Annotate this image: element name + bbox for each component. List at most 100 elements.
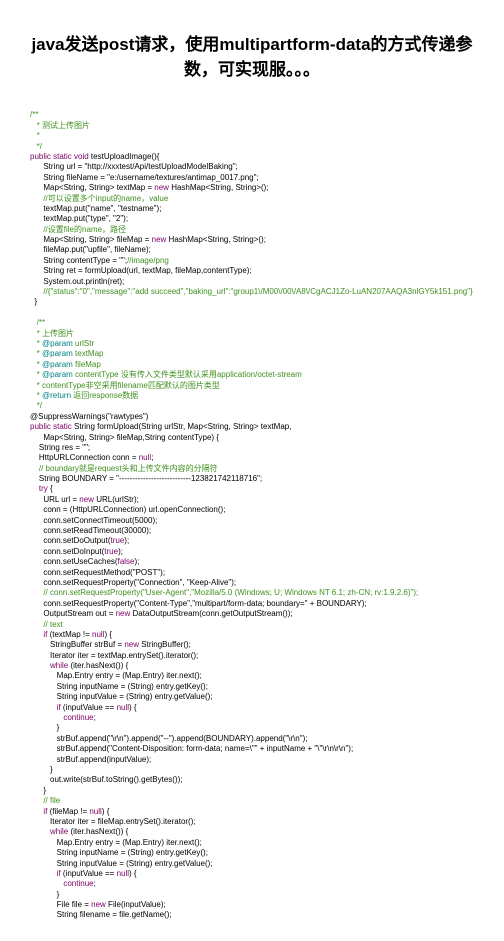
comment: /** — [30, 110, 38, 119]
keyword: null — [117, 703, 129, 712]
code: HashMap<String, String>(); — [166, 235, 266, 244]
code: ); — [118, 547, 123, 556]
code: Map<String, String> fileMap,String conte… — [30, 433, 219, 442]
code — [30, 869, 57, 878]
comment: textMap — [73, 349, 104, 358]
code: conn = (HttpURLConnection) url.openConne… — [30, 505, 225, 514]
code — [30, 827, 50, 836]
code: ) { — [129, 703, 137, 712]
comment: //可以设置多个input的name，value — [30, 194, 168, 203]
code: textMap.put("type", "2"); — [30, 214, 128, 223]
code: strBuf.append(inputValue); — [30, 755, 151, 764]
comment: * — [30, 349, 42, 358]
comment: contentType 没有传入文件类型默认采用application/octe… — [73, 370, 302, 379]
code: (inputValue == — [61, 869, 117, 878]
code — [30, 713, 63, 722]
keyword: null — [139, 453, 151, 462]
code: (iter.hasNext()) { — [68, 661, 128, 670]
keyword: new — [154, 183, 169, 192]
code: Iterator iter = fileMap.entrySet().itera… — [30, 817, 196, 826]
code: conn.setConnectTimeout(5000); — [30, 516, 157, 525]
keyword: new — [116, 609, 131, 618]
comment: */ — [30, 142, 42, 151]
keyword: null — [89, 807, 101, 816]
code — [30, 807, 43, 816]
comment: * contentType非空采用filename匹配默认的图片类型 — [30, 381, 220, 390]
doctag: @return — [42, 391, 71, 400]
comment: urlStr — [73, 339, 94, 348]
code: conn.setReadTimeout(30000); — [30, 526, 151, 535]
comment: //设置file的name，路径 — [30, 225, 126, 234]
keyword: new — [124, 640, 139, 649]
code: HttpURLConnection conn = — [30, 453, 139, 462]
code: ); — [135, 557, 140, 566]
code: String url = "http://xxxtest/Api/testUpl… — [30, 162, 238, 171]
code: ); — [124, 536, 129, 545]
comment: //image/png — [127, 256, 169, 265]
comment: * — [30, 339, 42, 348]
code: } — [30, 890, 59, 899]
code: ; — [94, 879, 96, 888]
code: conn.setDoOutput( — [30, 536, 110, 545]
code: textMap.put("name", "testname"); — [30, 204, 161, 213]
code: URL url = — [30, 495, 79, 504]
code: String inputValue = (String) entry.getVa… — [30, 859, 213, 868]
code: File file = — [30, 900, 91, 909]
code: File(inputValue); — [106, 900, 166, 909]
comment: 返回response数据 — [71, 391, 138, 400]
comment: * — [30, 131, 40, 140]
code: } — [30, 297, 37, 306]
comment: //{"status":"0","message":"add succeed",… — [30, 287, 473, 296]
doctag: @param — [42, 349, 73, 358]
code-block: /** * 测试上传图片 * */ public static void tes… — [30, 100, 474, 921]
comment: // conn.setRequestProperty("User-Agent",… — [30, 588, 418, 597]
comment: // file — [30, 796, 60, 805]
doctag: @param — [42, 360, 73, 369]
keyword: public static void — [30, 152, 89, 161]
code: conn.setRequestMethod("POST"); — [30, 568, 165, 577]
code: ) { — [102, 807, 110, 816]
code: ; — [151, 453, 153, 462]
keyword: while — [50, 827, 68, 836]
comment: * 上传图片 — [30, 329, 74, 338]
code: HashMap<String, String>(); — [169, 183, 269, 192]
keyword: continue — [63, 879, 93, 888]
keyword: new — [91, 900, 106, 909]
code: StringBuffer(); — [139, 640, 191, 649]
code: conn.setDoInput( — [30, 547, 104, 556]
code: StringBuffer strBuf = — [30, 640, 124, 649]
code: strBuf.append("Content-Disposition: form… — [30, 744, 353, 753]
comment: /** — [30, 318, 45, 327]
code: out.write(strBuf.toString().getBytes()); — [30, 775, 182, 784]
code: { — [48, 484, 53, 493]
code: String contentType = ""; — [30, 256, 127, 265]
code: String formUpload(String urlStr, Map<Str… — [72, 422, 292, 431]
keyword: true — [110, 536, 124, 545]
keyword: continue — [63, 713, 93, 722]
keyword: new — [152, 235, 167, 244]
code: OutputStream out = — [30, 609, 116, 618]
code — [30, 484, 39, 493]
code: Iterator iter = textMap.entrySet().itera… — [30, 651, 198, 660]
keyword: new — [79, 495, 94, 504]
code: String inputName = (String) entry.getKey… — [30, 848, 208, 857]
keyword: public static — [30, 422, 72, 431]
comment: fileMap — [73, 360, 101, 369]
comment: * — [30, 391, 42, 400]
comment: * — [30, 370, 42, 379]
code: DataOutputStream(conn.getOutputStream())… — [130, 609, 292, 618]
code — [30, 703, 57, 712]
code: Map<String, String> textMap = — [30, 183, 154, 192]
comment: * — [30, 360, 42, 369]
keyword: true — [104, 547, 118, 556]
comment: */ — [30, 401, 42, 410]
code: String fileName = "e:/username/textures/… — [30, 173, 259, 182]
code: ) { — [129, 869, 137, 878]
code — [30, 630, 43, 639]
code: strBuf.append("\r\n").append("--").appen… — [30, 734, 307, 743]
code: } — [30, 765, 53, 774]
code: System.out.println(ret); — [30, 277, 124, 286]
code: ) { — [104, 630, 112, 639]
code: String filename = file.getName(); — [30, 910, 172, 919]
code: (fileMap != — [47, 807, 89, 816]
